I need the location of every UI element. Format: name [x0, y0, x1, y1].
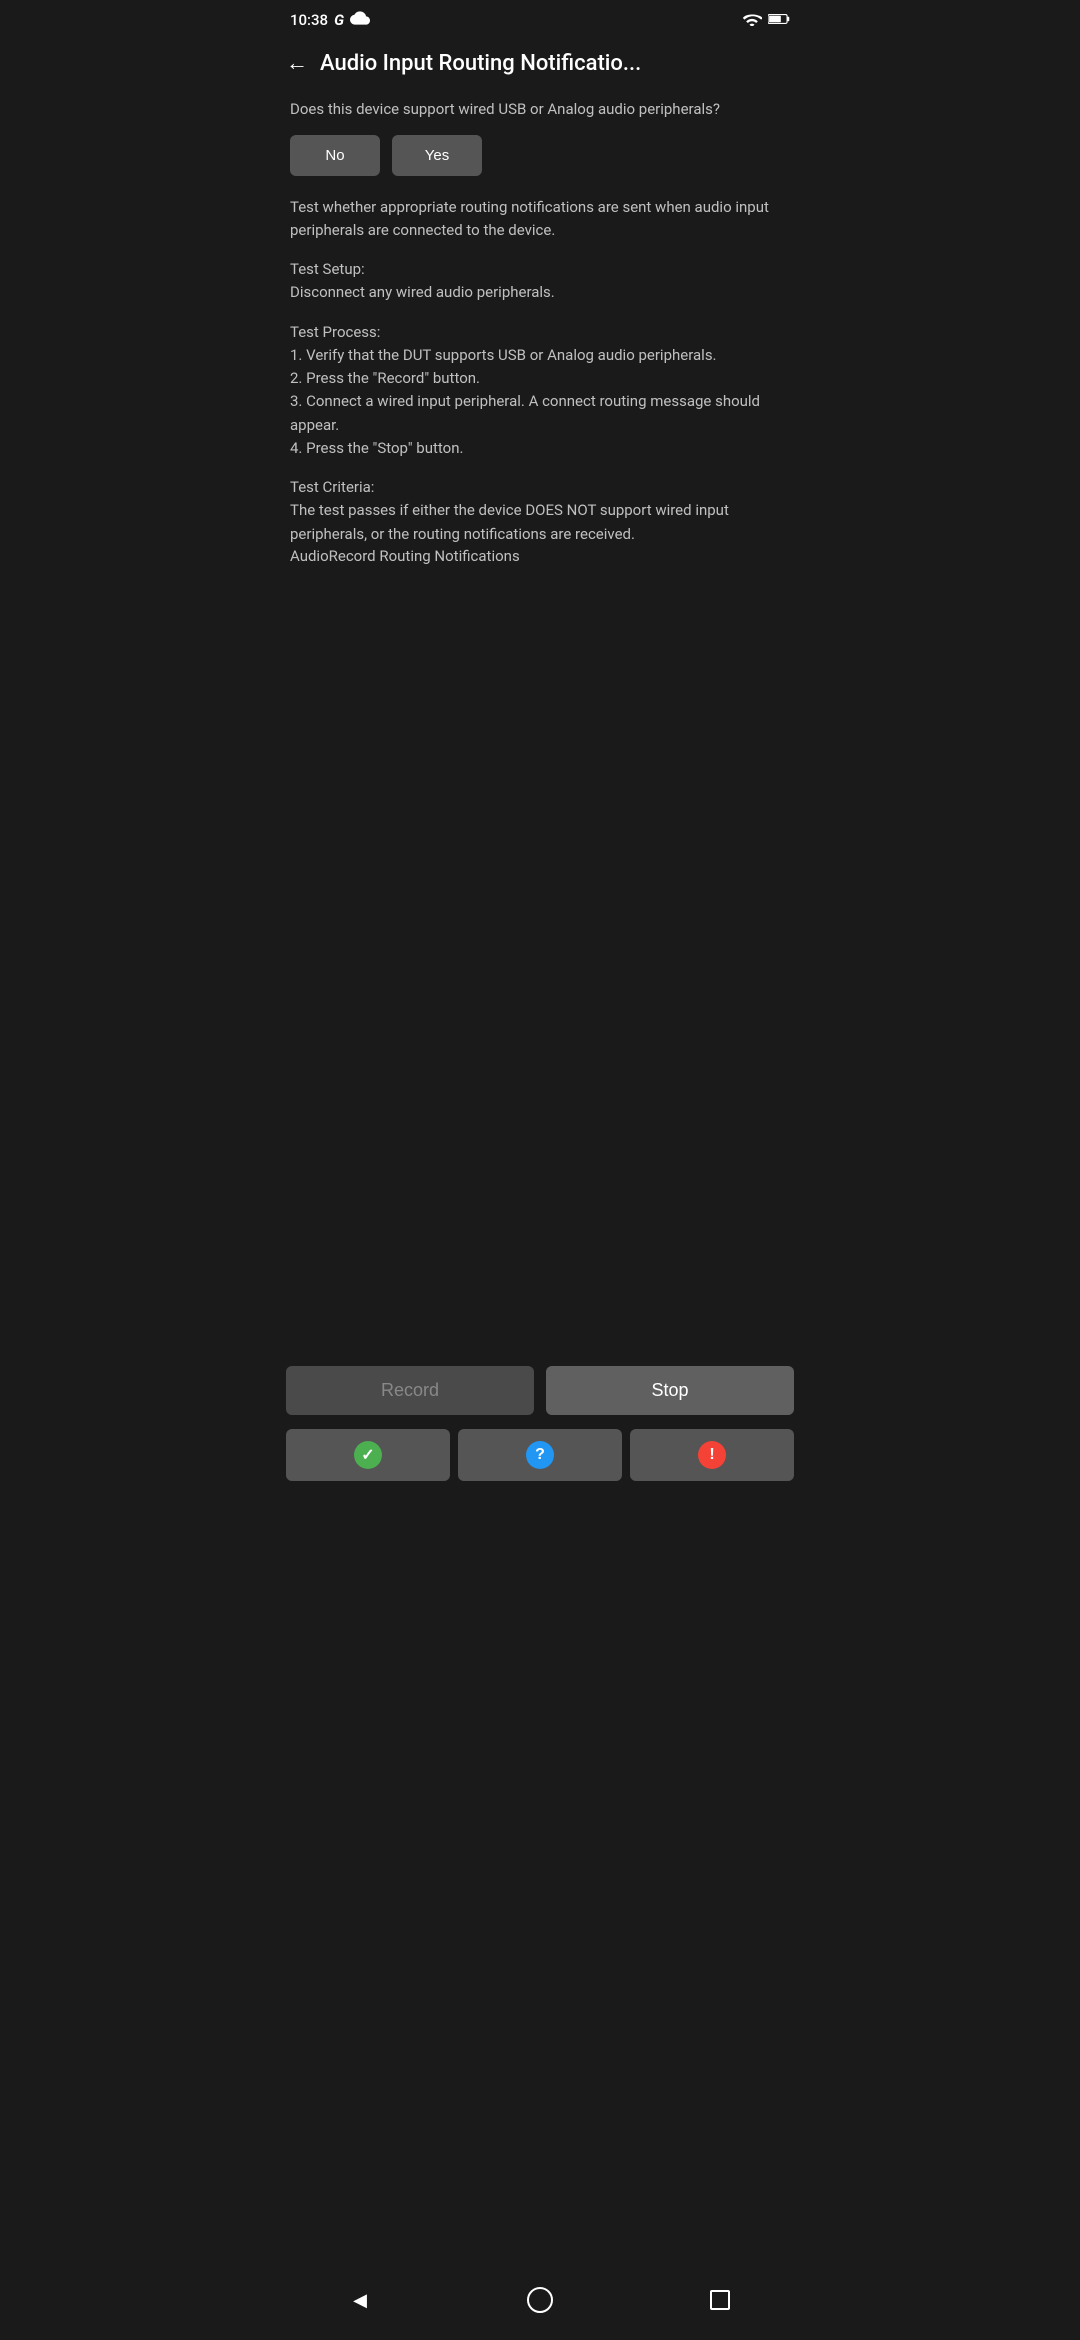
- status-right: [742, 10, 790, 30]
- nav-home-button[interactable]: [520, 2280, 560, 2320]
- nav-recent-icon: [710, 2290, 730, 2310]
- stop-button[interactable]: Stop: [546, 1366, 794, 1415]
- status-bar: 10:38 G: [270, 0, 810, 36]
- wifi-icon: [742, 10, 762, 30]
- setup-text: Disconnect any wired audio peripherals.: [290, 283, 555, 301]
- fail-button[interactable]: !: [630, 1429, 794, 1481]
- time-display: 10:38: [290, 11, 328, 29]
- info-button[interactable]: ?: [458, 1429, 622, 1481]
- setup-section: Test Setup: Disconnect any wired audio p…: [290, 258, 790, 305]
- google-icon: G: [334, 11, 344, 29]
- process-step-2: 2. Press the "Record" button.: [290, 369, 480, 387]
- info-icon: ?: [526, 1441, 554, 1469]
- nav-back-icon: ◀: [353, 2290, 367, 2311]
- criteria-name: AudioRecord Routing Notifications: [290, 547, 520, 565]
- process-label: Test Process:: [290, 323, 380, 341]
- yes-no-buttons: No Yes: [290, 135, 790, 176]
- process-section: Test Process: 1. Verify that the DUT sup…: [290, 321, 790, 461]
- battery-icon: [768, 11, 790, 30]
- back-button[interactable]: ←: [286, 50, 308, 76]
- nav-recent-button[interactable]: [700, 2280, 740, 2320]
- fail-icon: !: [698, 1441, 726, 1469]
- yes-button[interactable]: Yes: [392, 135, 482, 176]
- criteria-label: Test Criteria:: [290, 478, 374, 496]
- question-text: Does this device support wired USB or An…: [290, 98, 790, 121]
- process-step-1: 1. Verify that the DUT supports USB or A…: [290, 346, 717, 364]
- record-button[interactable]: Record: [286, 1366, 534, 1415]
- pass-button[interactable]: ✓: [286, 1429, 450, 1481]
- no-button[interactable]: No: [290, 135, 380, 176]
- process-step-3: 3. Connect a wired input peripheral. A c…: [290, 392, 760, 433]
- action-buttons-row: Record Stop: [270, 1346, 810, 1429]
- nav-back-button[interactable]: ◀: [340, 2280, 380, 2320]
- result-buttons-row: ✓ ? !: [270, 1429, 810, 1501]
- pass-icon: ✓: [354, 1441, 382, 1469]
- nav-bar: ◀: [270, 2266, 810, 2340]
- setup-label: Test Setup:: [290, 260, 365, 278]
- main-content: Does this device support wired USB or An…: [270, 90, 810, 1346]
- process-step-4: 4. Press the "Stop" button.: [290, 439, 463, 457]
- status-left: 10:38 G: [290, 11, 370, 29]
- page-title: Audio Input Routing Notificatio...: [320, 51, 794, 76]
- criteria-section: Test Criteria: The test passes if either…: [290, 476, 790, 565]
- spacer: [270, 1501, 810, 2266]
- description-text: Test whether appropriate routing notific…: [290, 196, 790, 243]
- nav-home-icon: [527, 2287, 553, 2313]
- criteria-text: The test passes if either the device DOE…: [290, 501, 729, 542]
- header: ← Audio Input Routing Notificatio...: [270, 36, 810, 90]
- cloud-icon: [350, 11, 370, 29]
